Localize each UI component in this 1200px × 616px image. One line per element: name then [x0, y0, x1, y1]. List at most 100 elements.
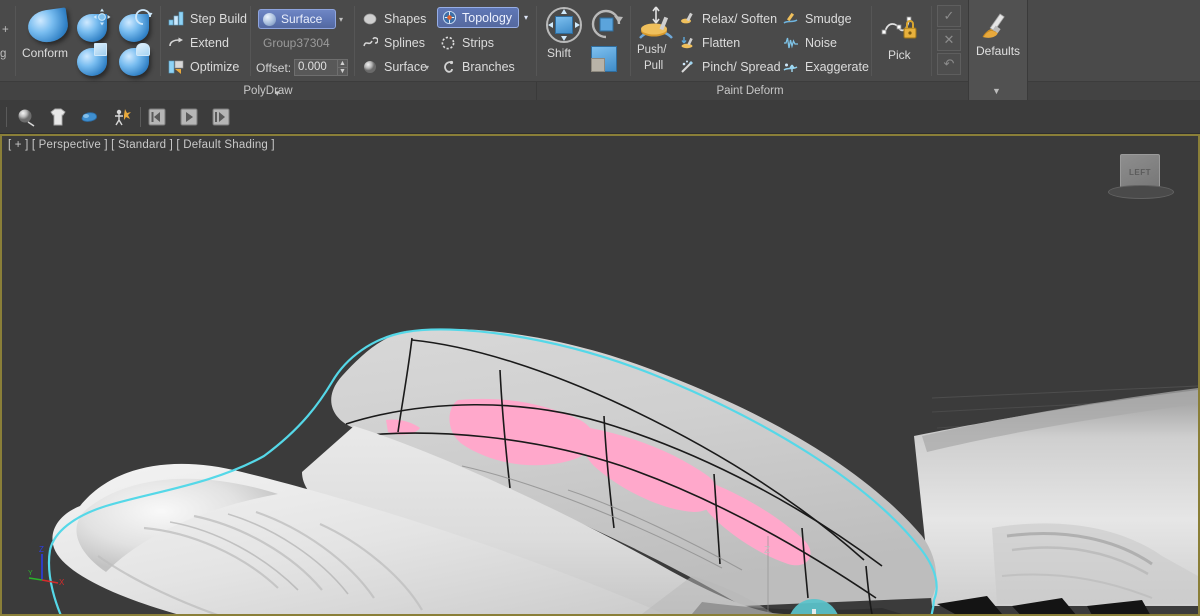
- shapes-command[interactable]: Shapes: [362, 8, 426, 30]
- offset-spin-down[interactable]: ▼: [337, 67, 348, 76]
- offset-label: Offset:: [256, 61, 292, 75]
- surface-command-dropdown[interactable]: ▾: [422, 60, 432, 74]
- go-to-end-icon: [212, 108, 230, 126]
- defaults-button[interactable]: [980, 10, 1016, 44]
- push-pull-label-1: Push/: [637, 44, 667, 56]
- commit-button[interactable]: ✓: [937, 5, 961, 27]
- cancel-button[interactable]: ✕: [937, 29, 961, 51]
- object-paint-icon: [18, 109, 35, 127]
- play-animation-button[interactable]: [178, 106, 202, 129]
- go-to-end-frame-button[interactable]: [210, 106, 234, 129]
- push-pull-icon: [639, 6, 673, 39]
- divider-3: [250, 6, 251, 76]
- push-pull-button[interactable]: [636, 5, 676, 45]
- divider-2: [160, 6, 161, 76]
- undo-button[interactable]: ↶: [937, 53, 961, 75]
- conform-icon: [25, 7, 71, 45]
- splines-icon: [362, 35, 379, 51]
- branches-command[interactable]: Branches: [440, 56, 515, 78]
- push-pull-label-2: Pull: [644, 60, 664, 72]
- populate-character-button[interactable]: [110, 106, 134, 129]
- stub-g: g: [0, 48, 7, 60]
- surface-toggle-label: Surface: [281, 12, 323, 26]
- perspective-viewport[interactable]: [ + ] [ Perspective ] [ Standard ] [ Def…: [0, 134, 1200, 616]
- surface-command[interactable]: Surface: [362, 56, 427, 78]
- relax-soften-command[interactable]: Relax/ Soften: [680, 8, 777, 30]
- go-to-start-frame-button[interactable]: [146, 106, 170, 129]
- surface-sphere-icon: [263, 12, 276, 26]
- conform-rotate-button[interactable]: [116, 6, 156, 44]
- step-build-label: Step Build: [190, 12, 247, 26]
- polydraw-expand-arrow[interactable]: ▾: [275, 88, 280, 99]
- extend-command[interactable]: Extend: [168, 32, 229, 54]
- strips-label: Strips: [462, 36, 494, 50]
- divider-6: [630, 6, 631, 76]
- svg-text:Y: Y: [28, 570, 33, 577]
- strips-command[interactable]: Strips: [440, 32, 494, 54]
- divider-4: [354, 6, 355, 76]
- view-cube[interactable]: LEFT: [1106, 152, 1176, 204]
- divider-7: [871, 6, 872, 76]
- viewport-label[interactable]: [ + ] [ Perspective ] [ Standard ] [ Def…: [8, 139, 275, 151]
- topology-dropdown-arrow[interactable]: ▾: [521, 10, 531, 24]
- optimize-command[interactable]: Optimize: [168, 56, 239, 78]
- exaggerate-icon: [783, 59, 799, 75]
- conform-shape-button[interactable]: [116, 42, 156, 80]
- svg-text:X: X: [59, 578, 65, 586]
- exaggerate-label: Exaggerate: [805, 60, 869, 74]
- toolbar2-separator-2: [140, 107, 141, 127]
- noise-icon: [783, 35, 799, 51]
- surface-dropdown-arrow[interactable]: ▾: [336, 12, 346, 26]
- strips-icon: [440, 35, 456, 51]
- axis-tripod: Z X Y: [28, 545, 65, 586]
- scale-square-icon: [94, 43, 107, 56]
- object-paint-brush-button[interactable]: [14, 106, 38, 129]
- character-icon: [115, 109, 131, 126]
- offset-input[interactable]: 0.000: [294, 59, 338, 76]
- topology-label: Topology: [462, 10, 513, 25]
- branches-icon: [440, 59, 456, 75]
- relax-soften-icon: [680, 11, 696, 27]
- step-build-command[interactable]: Step Build: [168, 8, 247, 30]
- group-name-label: Group37304: [263, 36, 330, 50]
- conform-scale-button[interactable]: [74, 42, 114, 80]
- surface-toggle-button[interactable]: Surface: [258, 9, 336, 29]
- secondary-toolbar: [0, 100, 1200, 134]
- exaggerate-command[interactable]: Exaggerate: [783, 56, 869, 78]
- pick-label: Pick: [888, 48, 911, 62]
- pinch-spread-label: Pinch/ Spread: [702, 60, 781, 74]
- shapes-icon: [362, 11, 378, 27]
- paint-deform-capsule-button[interactable]: [78, 106, 102, 129]
- defaults-expand-arrow[interactable]: ▼: [992, 86, 1001, 96]
- pick-button[interactable]: [880, 8, 922, 44]
- divider-5: [536, 6, 537, 76]
- max-window: + g Conform Step Build Extend Optimize S…: [0, 0, 1200, 616]
- pinch-spread-command[interactable]: Pinch/ Spread: [680, 56, 781, 78]
- svg-text:Z: Z: [39, 545, 44, 554]
- stub-plus: +: [2, 24, 9, 36]
- noise-label: Noise: [805, 36, 837, 50]
- ribbon: + g Conform Step Build Extend Optimize S…: [0, 0, 1200, 100]
- garment-maker-button[interactable]: [46, 106, 70, 129]
- shift-button[interactable]: [544, 6, 584, 44]
- surface-command-label: Surface: [384, 60, 428, 74]
- noise-command[interactable]: Noise: [783, 32, 837, 54]
- footer-divider-1: [536, 82, 537, 100]
- defaults-brush-icon: [982, 13, 1005, 38]
- shift-rotate-button[interactable]: [588, 6, 624, 42]
- pinch-spread-icon: [680, 59, 696, 75]
- smudge-command[interactable]: Smudge: [783, 8, 852, 30]
- conform-to-spline-button[interactable]: [25, 7, 71, 45]
- flatten-command[interactable]: Flatten: [680, 32, 740, 54]
- flatten-icon: [680, 35, 696, 51]
- optimize-icon: [168, 59, 184, 75]
- divider-1: [15, 6, 16, 76]
- shift-arrows-icon: [548, 9, 580, 41]
- splines-command[interactable]: Splines: [362, 32, 425, 54]
- topology-toggle-button[interactable]: Topology: [437, 7, 520, 28]
- conform-move-button[interactable]: [74, 6, 114, 44]
- view-cube-compass-disc[interactable]: [1108, 185, 1174, 199]
- shift-offset-button[interactable]: [588, 44, 620, 76]
- shift-label: Shift: [547, 46, 572, 60]
- paint-deform-panel-label: Paint Deform: [716, 85, 784, 97]
